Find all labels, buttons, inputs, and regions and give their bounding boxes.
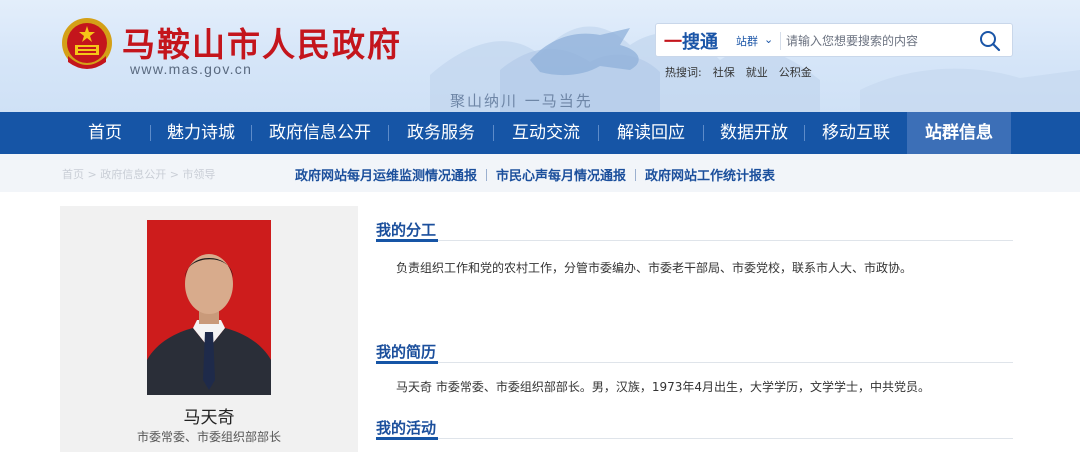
national-emblem-icon (62, 18, 112, 69)
site-header: 马鞍山市人民政府 www.mas.gov.cn 聚山纳川 一马当先 一搜通 站群… (0, 0, 1080, 112)
nav-item-gov-services[interactable]: 政务服务 (389, 112, 493, 154)
duty-text: 负责组织工作和党的农村工作，分管市委编办、市委老干部局、市委党校，联系市人大、市… (396, 261, 913, 275)
section-title-underline (376, 361, 438, 364)
breadcrumb: 首页 > 政府信息公开 > 市领导 (62, 168, 216, 181)
report-link-statistics[interactable]: 政府网站工作统计报表 (645, 169, 775, 184)
main-nav: 首页 魅力诗城 政府信息公开 政务服务 互动交流 解读回应 数据开放 移动互联 … (0, 112, 1080, 154)
section-activity-header: 我的活动 (376, 409, 1013, 440)
nav-item-home[interactable]: 首页 (60, 112, 150, 154)
hot-search-label: 热搜词: (665, 66, 702, 79)
profile-card: 马天奇 市委常委、市委组织部部长 (60, 206, 358, 452)
official-name: 马天奇 (183, 408, 235, 428)
report-link-citizen-voice[interactable]: 市民心声每月情况通报 (496, 169, 626, 184)
official-position: 市委常委、市委组织部部长 (136, 430, 281, 444)
hot-term-link[interactable]: 就业 (746, 66, 768, 79)
nav-item-open-data[interactable]: 数据开放 (704, 112, 804, 154)
search-box: 一搜通 站群 ⌄ (655, 23, 1013, 57)
search-input[interactable] (786, 29, 966, 53)
resume-text: 马天奇 市委常委、市委组织部部长。男，汉族，1973年4月出生，大学学历，文学学… (396, 380, 930, 394)
hot-term-link[interactable]: 社保 (713, 66, 735, 79)
nav-item-interaction[interactable]: 互动交流 (494, 112, 598, 154)
site-url: www.mas.gov.cn (130, 61, 253, 77)
section-title: 我的简历 (376, 343, 437, 361)
section-title-underline (376, 239, 438, 242)
nav-item-gov-info[interactable]: 政府信息公开 (252, 112, 388, 154)
link-divider (486, 169, 488, 181)
nav-item-site-group[interactable]: 站群信息 (907, 112, 1011, 154)
section-title: 我的分工 (376, 221, 437, 239)
section-title: 我的活动 (376, 419, 437, 437)
hot-search-terms: 热搜词: 社保 就业 公积金 (665, 64, 823, 80)
section-resume-header: 我的简历 (376, 333, 1013, 364)
search-divider (780, 32, 781, 50)
site-title[interactable]: 马鞍山市人民政府 (122, 18, 402, 66)
search-scope-select[interactable]: 站群 (736, 33, 758, 49)
nav-item-mobile[interactable]: 移动互联 (805, 112, 907, 154)
report-links: 政府网站每月运维监测情况通报 市民心声每月情况通报 政府网站工作统计报表 (295, 165, 775, 184)
site-slogan: 聚山纳川 一马当先 (450, 92, 593, 110)
section-title-underline (376, 437, 438, 440)
official-portrait (147, 220, 271, 395)
nav-item-interpretation[interactable]: 解读回应 (599, 112, 703, 154)
search-icon[interactable] (978, 29, 1002, 53)
chevron-down-icon[interactable]: ⌄ (764, 33, 773, 46)
nav-item-charm-city[interactable]: 魅力诗城 (151, 112, 251, 154)
sub-bar: 首页 > 政府信息公开 > 市领导 政府网站每月运维监测情况通报 市民心声每月情况… (0, 154, 1080, 192)
link-divider (635, 169, 637, 181)
search-brand-logo: 一搜通 (664, 32, 718, 53)
report-link-monitoring[interactable]: 政府网站每月运维监测情况通报 (295, 169, 477, 184)
section-duty-header: 我的分工 (376, 211, 1013, 242)
hot-term-link[interactable]: 公积金 (779, 66, 812, 79)
